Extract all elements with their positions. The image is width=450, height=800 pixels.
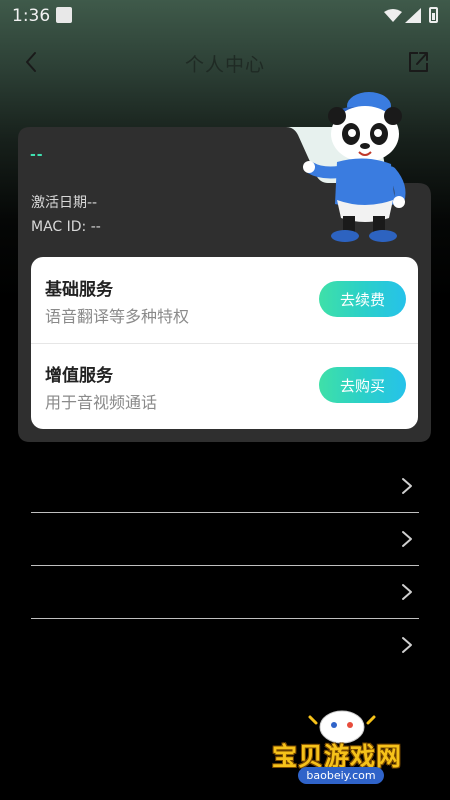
chevron-right-icon	[402, 637, 412, 653]
page-title: 个人中心	[184, 54, 265, 76]
service-desc: 用于音视频通话	[45, 393, 158, 412]
menu-item[interactable]	[31, 513, 419, 566]
renew-button[interactable]: 去续费	[319, 281, 406, 317]
services-panel: 基础服务 语音翻译等多种特权 去续费 增值服务 用于音视频通话 去购买	[31, 257, 418, 429]
menu-item[interactable]	[31, 460, 419, 513]
status-time: 1:36	[12, 6, 51, 26]
signal-icon	[405, 8, 421, 23]
chevron-right-icon	[402, 531, 412, 547]
service-name: 增值服务	[45, 366, 113, 386]
service-row-basic: 基础服务 语音翻译等多种特权 去续费	[31, 257, 418, 344]
buy-button[interactable]: 去购买	[319, 367, 406, 403]
service-row-premium: 增值服务 用于音视频通话 去购买	[31, 343, 418, 429]
share-icon[interactable]	[404, 48, 432, 76]
notification-icon	[56, 7, 72, 23]
watermark-url: baobeiy.com	[298, 767, 384, 784]
watermark-logo: 宝贝游戏网 baobeiy.com	[270, 705, 420, 787]
mac-id: MAC ID: --	[31, 219, 101, 235]
chevron-right-icon	[402, 478, 412, 494]
nav-bar: 个人中心	[0, 40, 450, 84]
status-bar: 1:36	[0, 0, 450, 30]
activation-date: 激活日期--	[31, 195, 98, 211]
menu-list	[31, 460, 419, 671]
menu-item[interactable]	[31, 619, 419, 671]
menu-item[interactable]	[31, 566, 419, 619]
mascot-panda	[303, 92, 406, 242]
battery-icon	[429, 7, 438, 23]
device-name: --	[30, 147, 44, 163]
service-name: 基础服务	[45, 280, 113, 300]
chevron-right-icon	[402, 584, 412, 600]
service-desc: 语音翻译等多种特权	[45, 307, 190, 326]
wifi-icon	[384, 9, 402, 22]
